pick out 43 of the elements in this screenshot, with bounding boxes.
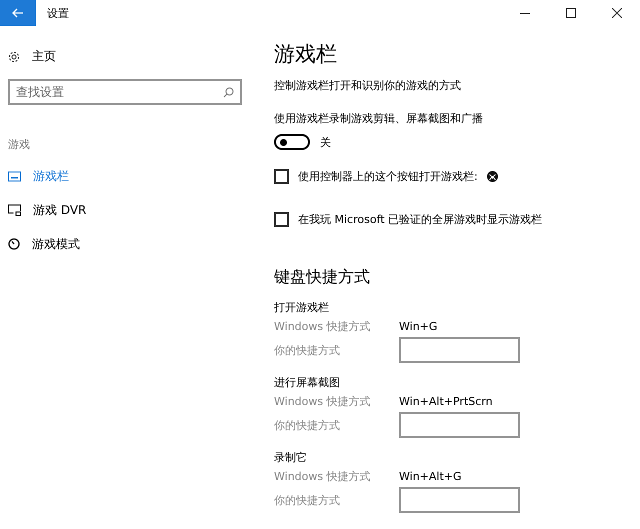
screen-record-icon	[8, 204, 21, 216]
checkbox-label: 在我玩 Microsoft 已验证的全屏游戏时显示游戏栏	[298, 212, 542, 227]
shortcut-label: Windows 快捷方式	[274, 394, 372, 409]
shortcut-input[interactable]	[399, 487, 520, 513]
window-title: 设置	[47, 6, 70, 20]
shortcut-title: 录制它	[274, 450, 308, 465]
nav-item[interactable]: 游戏模式	[8, 234, 262, 254]
toggle-state: 关	[320, 134, 331, 150]
checkbox[interactable]	[274, 212, 289, 227]
page-title: 游戏栏	[274, 41, 338, 68]
nav-item[interactable]: 游戏 DVR	[8, 200, 262, 220]
minimize-icon	[520, 12, 530, 14]
maximize-icon	[566, 8, 576, 18]
nav-item[interactable]: 游戏栏	[8, 166, 262, 186]
close-icon	[612, 8, 622, 18]
gauge-icon	[8, 238, 20, 250]
toggle-switch[interactable]	[274, 134, 310, 150]
shortcut-input[interactable]	[399, 337, 520, 363]
shortcut-label: 你的快捷方式	[274, 342, 341, 358]
shortcut-label: 你的快捷方式	[274, 418, 341, 432]
shortcut-label: 你的快捷方式	[274, 492, 341, 508]
controller-logo-icon	[486, 171, 498, 182]
settings-icon[interactable]	[8, 50, 20, 62]
toggle-label: 使用游戏栏录制游戏剪辑、屏幕截图和广播	[274, 111, 484, 126]
shortcut-input[interactable]	[399, 412, 520, 438]
shortcut-label: Windows 快捷方式	[274, 319, 372, 334]
shortcut-value: Win+G	[399, 320, 438, 333]
section-heading: 键盘快捷方式	[274, 267, 371, 288]
shortcut-title: 进行屏幕截图	[274, 375, 341, 390]
shortcut-title: 打开游戏栏	[274, 300, 330, 315]
shortcut-label: Windows 快捷方式	[274, 469, 372, 484]
home-link[interactable]: 主页	[32, 48, 56, 65]
monitor-icon	[8, 170, 21, 182]
section-label: 游戏	[8, 137, 31, 152]
search-icon	[223, 87, 234, 98]
shortcut-value: Win+Alt+G	[399, 470, 463, 483]
checkbox[interactable]	[274, 169, 289, 184]
checkbox-label: 使用控制器上的这个按钮打开游戏栏:	[298, 169, 478, 184]
back-button[interactable]	[0, 0, 36, 26]
page-description: 控制游戏栏打开和识别你的游戏的方式	[274, 78, 462, 93]
shortcut-value: Win+Alt+PrtScrn	[399, 395, 494, 408]
search-field[interactable]: 查找设置	[8, 79, 242, 105]
back-arrow-icon	[12, 8, 24, 18]
